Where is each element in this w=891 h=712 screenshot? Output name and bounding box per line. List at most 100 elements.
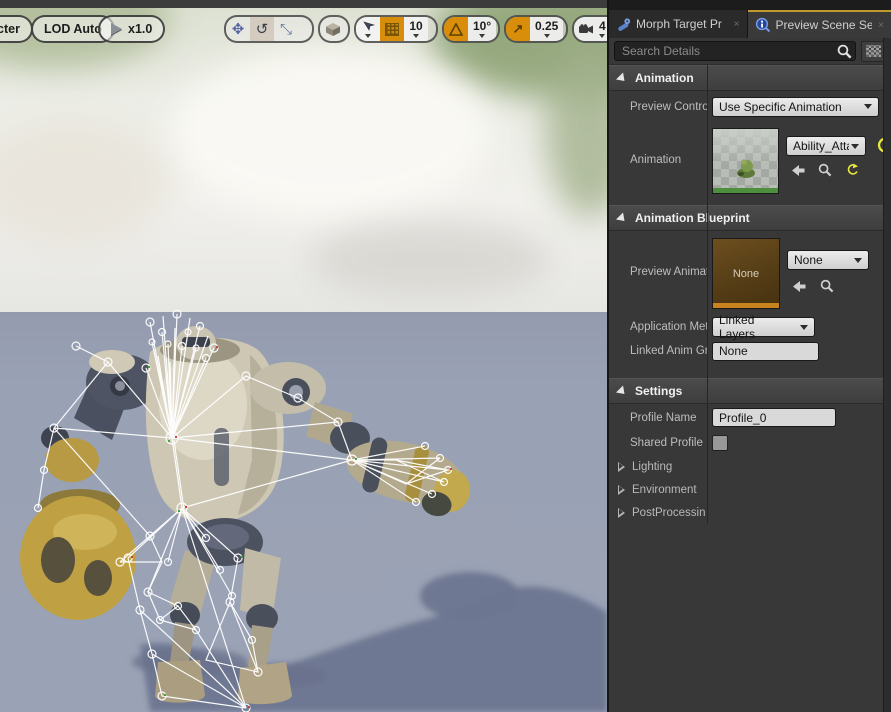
unreal-editor-window: Selection Activate Cloth Paint Make Static… [0,0,891,712]
use-selected-asset-button[interactable] [787,276,811,296]
menu-item[interactable]: Make Static Mesh [293,0,388,3]
chevron-down-icon [851,143,859,149]
property-list: Animation Preview Contro Use Specific An… [609,65,891,524]
animation-asset-value: Ability_Atta [793,139,849,153]
blueprint-thumbnail-text: None [732,267,760,280]
chevron-down-icon [543,34,550,38]
section-animation[interactable]: Animation [609,65,891,91]
row-preview-animation-blueprint: Preview Animat None None [609,231,891,315]
shared-profile-label: Shared Profile [630,437,703,449]
collapsed-arrow-icon [618,461,625,472]
scale-snap-icon: ↗ [512,21,524,36]
magnifier-icon [820,279,834,293]
blueprint-thumbnail[interactable]: None [712,238,780,309]
animation-thumbnail[interactable] [712,128,779,194]
label-value-splitter[interactable] [707,65,708,524]
row-linked-anim-graph: Linked Anim Gr [609,339,891,363]
reset-arrow-icon [847,163,858,175]
lod-auto-label: LOD Auto [44,22,102,36]
close-icon[interactable]: × [878,20,884,31]
grid-snap-group: 10 [354,15,438,43]
row-preview-controller: Preview Contro Use Specific Animation [609,91,891,122]
preview-controller-dropdown[interactable]: Use Specific Animation [712,96,879,117]
tab-morph-target-preview[interactable]: Morph Target Pr × [609,10,748,38]
backdrop-ground-blob [310,223,550,298]
scale-mode-button[interactable]: ⤡ [274,17,298,41]
shared-profile-checkbox[interactable] [712,435,728,451]
group-postprocessing[interactable]: PostProcessin [609,501,891,524]
menu-item[interactable]: Bake Out Materials [452,0,555,3]
lighting-label: Lighting [632,460,673,473]
viewport-floor [0,312,607,712]
character-button[interactable]: cter [0,15,33,43]
thumbnail-character [737,159,755,178]
camera-speed-button[interactable]: 4 [574,17,607,41]
rotate-mode-button[interactable]: ↺ [250,17,274,41]
browse-to-asset-button[interactable] [815,276,839,296]
grid-snap-toggle[interactable] [380,17,404,41]
magnifier-icon [818,163,832,177]
chevron-down-icon [413,34,419,38]
search-input[interactable] [614,41,856,61]
group-environment[interactable]: Environment [609,478,891,501]
move-icon: ✥ [231,20,245,38]
close-icon[interactable]: × [734,19,740,30]
chevron-down-icon [800,324,808,330]
viewport-backdrop [0,8,607,312]
chevron-down-icon [599,34,606,38]
rotation-snap-value-button[interactable]: 10° [468,17,497,41]
row-animation-asset: Animation Ability_Atta [609,122,891,200]
camera-speed-value: 4 [599,19,606,33]
playback-speed-button[interactable]: x1.0 [98,15,166,43]
application-method-dropdown[interactable]: Linked Layers [712,313,815,341]
section-settings[interactable]: Settings [609,378,891,404]
animation-asset-dropdown[interactable]: Ability_Atta [786,136,866,156]
reset-animation-button[interactable] [840,160,864,180]
main-menu-strip: Selection Activate Cloth Paint Make Static… [0,0,607,8]
chevron-down-icon [365,33,371,38]
asset-type-strip [713,303,779,308]
postprocessing-label: PostProcessin [632,506,706,519]
preview-viewport[interactable]: Selection Activate Cloth Paint Make Static… [0,0,607,712]
character-button-label: cter [0,22,20,36]
transform-gizmo-group: ✥ ↺ ⤡ [224,15,314,43]
surface-snap-button[interactable] [356,17,380,41]
blueprint-dropdown[interactable]: None [787,250,869,270]
collapsed-arrow-icon [618,507,625,518]
row-application-method: Application Met Linked Layers [609,313,891,341]
section-gap [609,363,891,378]
panel-top-strip [609,0,891,9]
backdrop-ground-blob [0,118,170,248]
rotation-snap-toggle[interactable] [444,17,468,41]
profile-name-label: Profile Name [630,411,697,424]
grid-snap-value-button[interactable]: 10 [404,17,428,41]
menu-item[interactable]: Selection [6,0,57,3]
scale-snap-toggle[interactable]: ↗ [506,17,530,41]
scale-snap-value-button[interactable]: 0.25 [530,17,564,41]
row-profile-name: Profile Name [609,404,891,431]
application-method-label: Application Met [630,321,707,333]
world-cube-icon [320,17,346,41]
coordinate-space-button[interactable] [318,15,350,43]
rotate-icon: ↺ [255,20,269,38]
section-animation-blueprint[interactable]: Animation Blueprint [609,205,891,231]
arrow-left-icon [792,280,805,292]
expanded-arrow-icon [615,71,629,85]
linked-anim-graph-field[interactable] [712,341,819,361]
translate-mode-button[interactable]: ✥ [226,17,250,41]
menu-item[interactable]: Activate Cloth Paint [121,0,229,3]
scale-snap-group: ↗ 0.25 [504,15,568,43]
tab-preview-scene-settings[interactable]: Preview Scene Se × [747,10,891,38]
rotation-snap-icon [449,22,463,36]
grid-snap-value: 10 [409,19,423,33]
viewport-toolbar: cter LOD Auto x1.0 ✥ ↺ ⤡ 10 10° ↗ 0.25 4 [0,15,607,45]
section-animation-title: Animation [635,71,694,85]
profile-name-field[interactable] [712,408,836,427]
use-selected-asset-button[interactable] [786,160,810,180]
browse-to-asset-button[interactable] [813,160,837,180]
grid-view-icon [866,45,881,57]
blueprint-value: None [794,253,823,267]
preview-bp-label: Preview Animat [630,266,707,278]
panel-scrollbar[interactable] [883,38,891,712]
group-lighting[interactable]: Lighting [609,455,891,478]
